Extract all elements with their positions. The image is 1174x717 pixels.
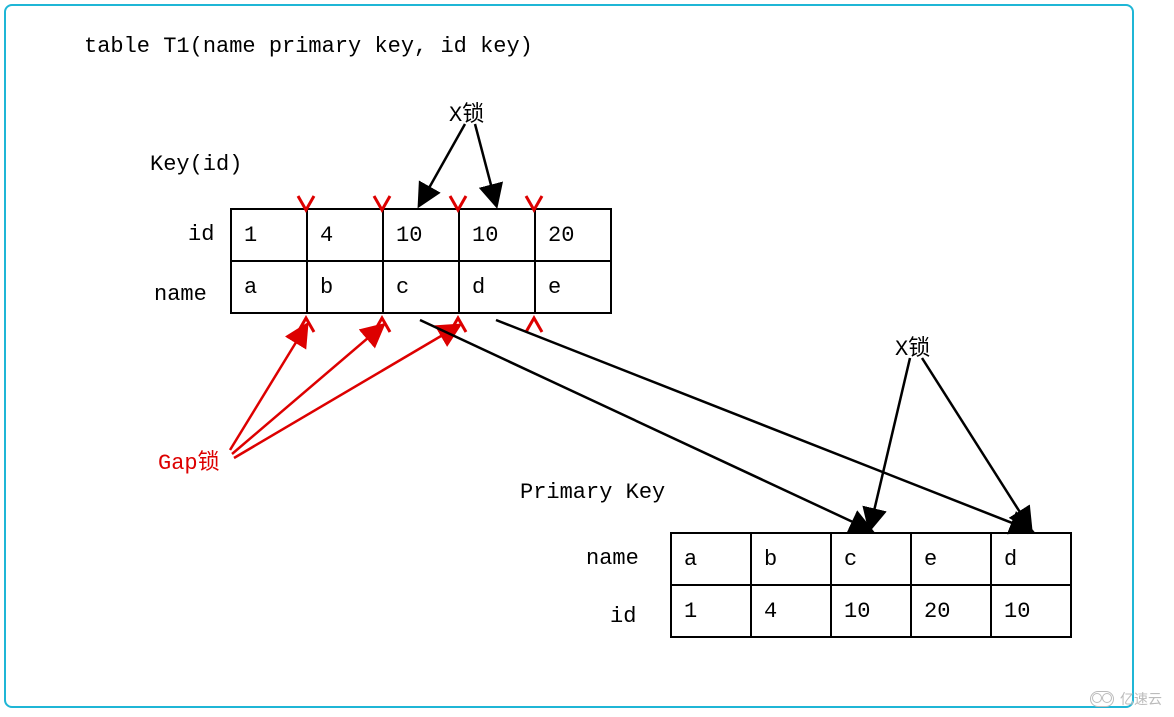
key-table-row-label-id: id [188, 222, 214, 247]
table-row: 1 4 10 10 20 [231, 209, 611, 261]
cell: e [535, 261, 611, 313]
table-row: a b c e d [671, 533, 1071, 585]
table-row: a b c d e [231, 261, 611, 313]
cell: 10 [383, 209, 459, 261]
pk-table-row-label-name: name [586, 546, 639, 571]
watermark: 亿速云 [1090, 689, 1162, 709]
x-lock-label-right: X锁 [895, 330, 930, 362]
cell: c [831, 533, 911, 585]
cell: 10 [991, 585, 1071, 637]
cell: d [459, 261, 535, 313]
primary-key-heading: Primary Key [520, 480, 665, 505]
watermark-logo-icon [1090, 691, 1114, 707]
diagram-title: table T1(name primary key, id key) [84, 34, 533, 59]
pk-table-row-label-id: id [610, 604, 636, 629]
cell: b [307, 261, 383, 313]
cell: 1 [671, 585, 751, 637]
cell: a [231, 261, 307, 313]
key-table-row-label-name: name [154, 282, 207, 307]
primary-key-table: a b c e d 1 4 10 20 10 [670, 532, 1072, 638]
cell: 10 [831, 585, 911, 637]
cell: 4 [307, 209, 383, 261]
cell: c [383, 261, 459, 313]
gap-lock-label: Gap锁 [158, 444, 220, 476]
cell: 10 [459, 209, 535, 261]
cell: e [911, 533, 991, 585]
cell: 20 [535, 209, 611, 261]
cell: 20 [911, 585, 991, 637]
x-lock-label-top: X锁 [449, 96, 484, 128]
table-row: 1 4 10 20 10 [671, 585, 1071, 637]
key-id-heading: Key(id) [150, 152, 242, 177]
cell: 1 [231, 209, 307, 261]
key-index-table: 1 4 10 10 20 a b c d e [230, 208, 612, 314]
cell: a [671, 533, 751, 585]
cell: 4 [751, 585, 831, 637]
cell: d [991, 533, 1071, 585]
cell: b [751, 533, 831, 585]
watermark-text: 亿速云 [1120, 689, 1162, 709]
